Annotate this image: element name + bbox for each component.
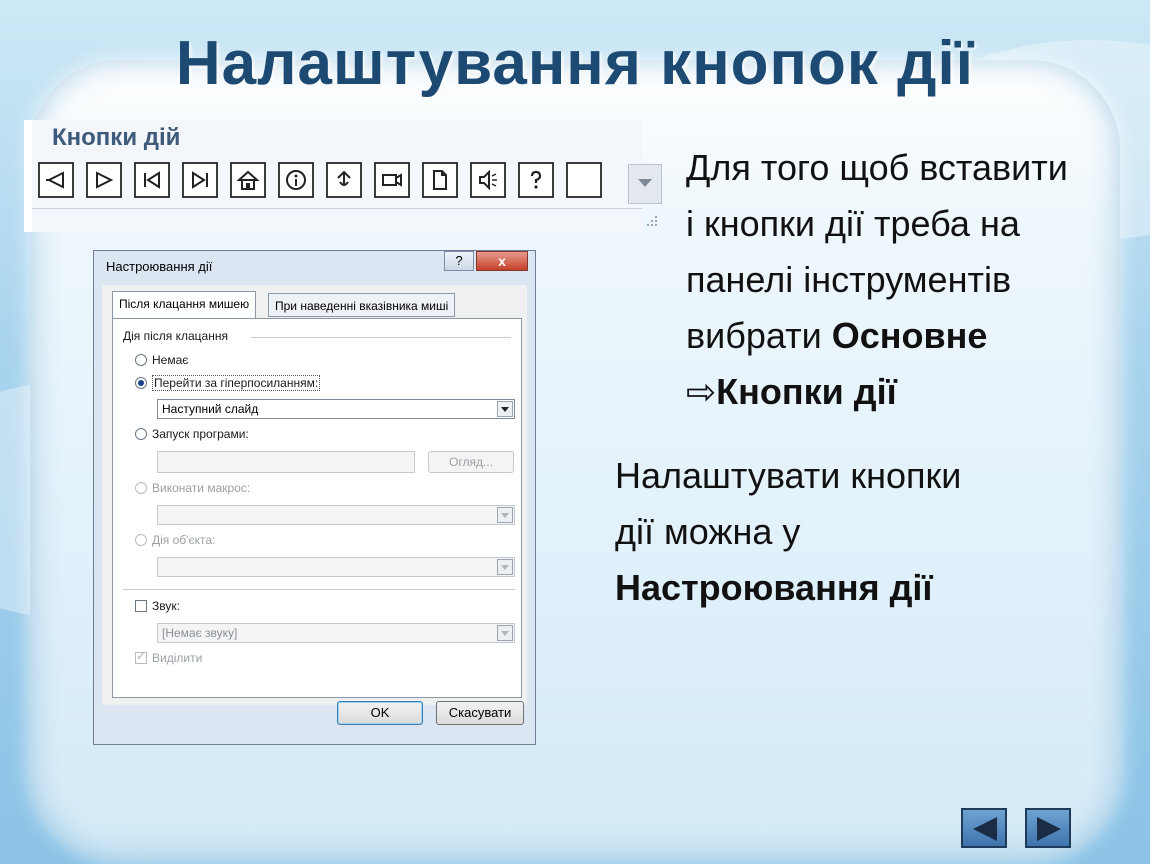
radio-run-macro[interactable] <box>135 482 147 494</box>
hyperlink-select[interactable]: Наступний слайд <box>157 399 515 419</box>
information-icon[interactable] <box>278 162 314 198</box>
cancel-button[interactable]: Скасувати <box>436 701 524 725</box>
group-divider <box>251 337 511 338</box>
option-hyperlink[interactable]: Перейти за гіперпосиланням: <box>135 375 321 391</box>
instruction-text: вибрати <box>686 315 832 356</box>
option-highlight-label: Виділити <box>152 651 203 665</box>
option-run-program[interactable]: Запуск програми: <box>135 427 249 441</box>
chevron-down-icon[interactable] <box>497 559 513 575</box>
group-label: Дія після клацання <box>123 329 228 343</box>
radio-hyperlink[interactable] <box>135 377 147 389</box>
macro-select[interactable] <box>157 505 515 525</box>
instruction-bold: Кнопки дії <box>716 371 897 412</box>
sound-select[interactable]: [Немає звуку] <box>157 623 515 643</box>
close-button[interactable]: x <box>476 251 528 271</box>
action-settings-dialog: Настроювання дії ? x Після клацання мише… <box>93 250 536 745</box>
option-hyperlink-label: Перейти за гіперпосиланням: <box>152 375 321 391</box>
checkbox-sound[interactable] <box>135 600 147 612</box>
radio-none[interactable] <box>135 354 147 366</box>
divider <box>123 589 515 590</box>
option-highlight[interactable]: Виділити <box>135 649 203 665</box>
ribbon-scroll-down[interactable] <box>628 164 662 204</box>
next-slide-button[interactable] <box>1025 808 1071 848</box>
tab-panel: Дія після клацання Немає Перейти за гіпе… <box>112 318 522 698</box>
dialog-launcher-icon[interactable] <box>646 214 660 228</box>
beginning-icon[interactable] <box>134 162 170 198</box>
option-none-label: Немає <box>152 353 189 367</box>
browse-button[interactable]: Огляд... <box>428 451 514 473</box>
instruction-line: і кнопки дії треба на <box>686 203 1020 244</box>
checkbox-highlight[interactable] <box>135 649 147 664</box>
back-icon[interactable] <box>38 162 74 198</box>
dialog-body: Після клацання мишею При наведенні вказі… <box>102 285 527 705</box>
instruction-line: ⇨Кнопки дії <box>686 364 1068 420</box>
settings-line: Налаштувати кнопки <box>615 455 962 496</box>
ribbon-divider <box>32 208 642 209</box>
program-path-input[interactable] <box>157 451 415 473</box>
instruction-paragraph: Для того щоб вставити і кнопки дії треба… <box>686 140 1068 420</box>
tab-mouse-over[interactable]: При наведенні вказівника миші <box>268 293 456 317</box>
object-action-select[interactable] <box>157 557 515 577</box>
option-object-action-label: Дія об'єкта: <box>152 533 216 547</box>
settings-line: Настроювання дії <box>615 560 961 616</box>
option-run-macro-label: Виконати макрос: <box>152 481 251 495</box>
instruction-line: панелі інструментів <box>686 259 1012 300</box>
movie-icon[interactable] <box>374 162 410 198</box>
slide-title: Налаштування кнопок дії <box>175 29 975 98</box>
previous-slide-icon <box>973 817 997 841</box>
instruction-line: Для того щоб вставити <box>686 147 1068 188</box>
arrow-icon: ⇨ <box>686 371 717 412</box>
option-none[interactable]: Немає <box>135 353 188 367</box>
chevron-down-icon[interactable] <box>497 401 513 417</box>
instruction-line: вибрати Основне <box>686 308 1068 364</box>
document-icon[interactable] <box>422 162 458 198</box>
dialog-title: Настроювання дії <box>106 259 213 274</box>
ribbon-action-buttons-group: Кнопки дій <box>24 120 662 232</box>
previous-slide-button[interactable] <box>961 808 1007 848</box>
radio-object-action[interactable] <box>135 534 147 546</box>
help-icon[interactable] <box>518 162 554 198</box>
chevron-down-icon[interactable] <box>497 625 513 641</box>
return-icon[interactable] <box>326 162 362 198</box>
chevron-down-icon[interactable] <box>497 507 513 523</box>
tab-mouse-click[interactable]: Після клацання мишею <box>112 291 257 319</box>
option-run-macro[interactable]: Виконати макрос: <box>135 481 250 495</box>
sound-select-value: [Немає звуку] <box>162 626 238 640</box>
end-icon[interactable] <box>182 162 218 198</box>
option-sound[interactable]: Звук: <box>135 599 180 613</box>
radio-run-program[interactable] <box>135 428 147 440</box>
custom-icon[interactable] <box>566 162 602 198</box>
settings-paragraph: Налаштувати кнопки дії можна у Настроюва… <box>615 448 961 616</box>
option-run-program-label: Запуск програми: <box>152 427 249 441</box>
instruction-bold: Основне <box>831 315 988 356</box>
hyperlink-select-value: Наступний слайд <box>162 402 259 416</box>
sound-icon[interactable] <box>470 162 506 198</box>
ribbon-group-title: Кнопки дій <box>52 124 181 151</box>
forward-icon[interactable] <box>86 162 122 198</box>
option-object-action[interactable]: Дія об'єкта: <box>135 533 215 547</box>
ok-button[interactable]: OK <box>337 701 423 725</box>
settings-bold: Настроювання дії <box>615 567 933 608</box>
settings-line: дії можна у <box>615 511 801 552</box>
help-button[interactable]: ? <box>444 251 474 271</box>
next-slide-icon <box>1037 817 1061 841</box>
home-icon[interactable] <box>230 162 266 198</box>
option-sound-label: Звук: <box>152 599 180 613</box>
